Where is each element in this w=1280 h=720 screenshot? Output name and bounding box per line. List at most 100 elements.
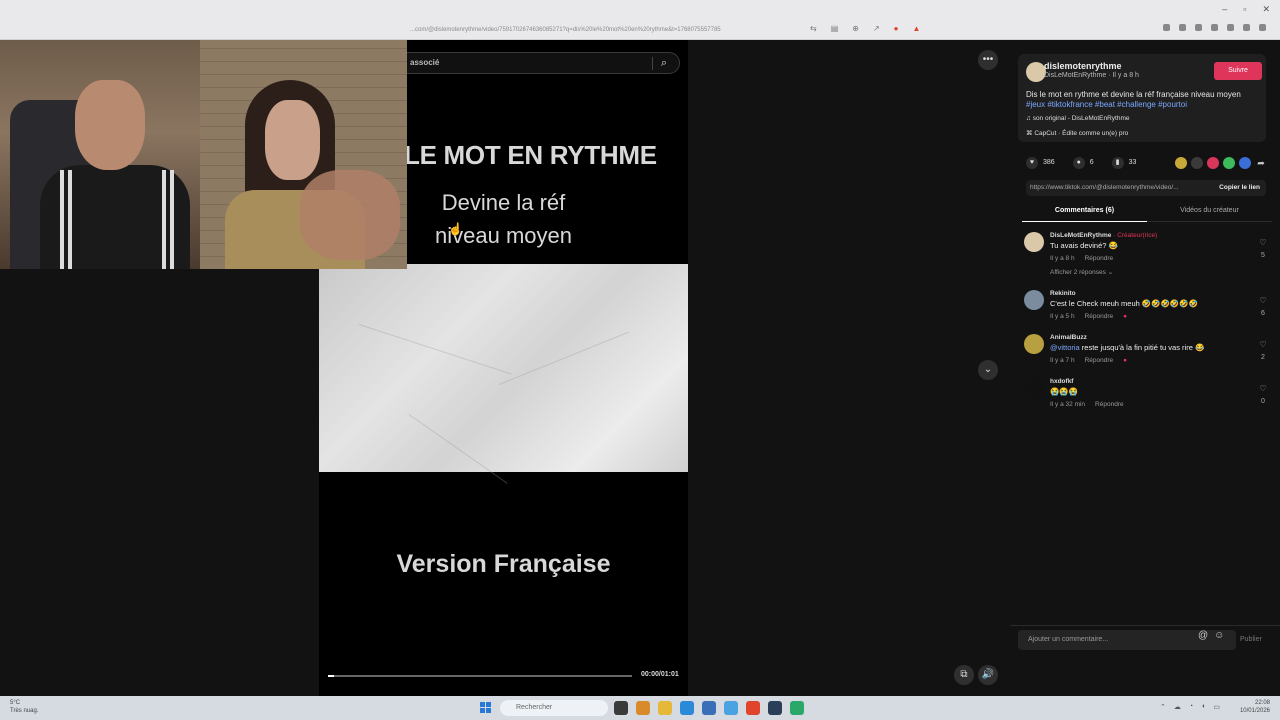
battery-icon[interactable]: ▭ xyxy=(1213,703,1220,711)
extension-icon[interactable] xyxy=(1195,24,1202,31)
extension-icon[interactable] xyxy=(1227,24,1234,31)
shield-icon[interactable]: ● xyxy=(894,24,899,33)
publish-button[interactable]: Publier xyxy=(1240,636,1262,643)
extension-icon[interactable] xyxy=(1179,24,1186,31)
windows-start-icon[interactable] xyxy=(480,702,491,713)
author-name[interactable]: dislemotenrythme xyxy=(1044,61,1122,71)
heart-icon[interactable]: ♡ xyxy=(1257,238,1269,247)
post-description: Dis le mot en rythme et devine la réf fr… xyxy=(1026,90,1262,110)
steam-icon[interactable] xyxy=(768,701,782,715)
like-stat[interactable]: ♥ 386 xyxy=(1026,157,1055,169)
reply-button[interactable]: Répondre xyxy=(1085,313,1114,320)
send-icon[interactable] xyxy=(1207,157,1219,169)
comment-stat[interactable]: ● 6 xyxy=(1072,157,1094,169)
repost-icon[interactable] xyxy=(1175,157,1187,169)
chrome-icon[interactable] xyxy=(636,701,650,715)
whatsapp-icon[interactable] xyxy=(1223,157,1235,169)
extension-icon[interactable] xyxy=(1243,24,1250,31)
comment-count: 6 xyxy=(1089,159,1094,166)
save-stat[interactable]: ▮ 33 xyxy=(1111,157,1136,169)
tab-comments[interactable]: Commentaires (6) xyxy=(1022,207,1147,222)
weather-desc: Très nuag. xyxy=(10,708,39,714)
commenter-avatar[interactable] xyxy=(1024,378,1044,398)
mention-link[interactable]: @vittoria xyxy=(1050,343,1080,352)
mail-icon[interactable] xyxy=(724,701,738,715)
chevron-up-icon[interactable]: ⌃ xyxy=(1160,703,1166,711)
share-row: ➦ xyxy=(1175,157,1267,169)
system-tray: ⌃ ☁ ◔ ◖ ▭ xyxy=(1160,703,1220,711)
app-icon[interactable] xyxy=(702,701,716,715)
task-view-icon[interactable] xyxy=(614,701,628,715)
emoji-icon[interactable]: ☺ xyxy=(1214,630,1224,641)
weather-widget[interactable]: 5°C Très nuag. xyxy=(10,699,38,715)
commenter-username[interactable]: DisLeMotEnRythme xyxy=(1050,232,1111,239)
brave-icon[interactable] xyxy=(746,701,760,715)
commenter-name[interactable]: hxdofkf xyxy=(1050,378,1073,385)
close-button[interactable]: ✕ xyxy=(1262,4,1270,15)
video-progress-bar[interactable] xyxy=(328,675,632,677)
heart-icon[interactable]: ♡ xyxy=(1257,296,1269,305)
more-options-icon[interactable]: ••• xyxy=(978,50,998,70)
wifi-icon[interactable]: ◔ xyxy=(1189,703,1193,711)
divider xyxy=(652,57,653,70)
extension-icon[interactable] xyxy=(1163,24,1170,31)
search-icon[interactable]: ⌕ xyxy=(657,56,671,70)
music-line[interactable]: ♫ son original - DisLeMotEnRythme xyxy=(1026,115,1130,122)
zoom-icon[interactable]: ⊕ xyxy=(852,24,859,33)
comment-text: @vittoria reste jusqu'à la fin pitié tu … xyxy=(1050,343,1204,352)
commenter-name[interactable]: Rekinito xyxy=(1050,290,1076,297)
cloud-icon[interactable]: ☁ xyxy=(1174,703,1181,711)
author-avatar[interactable] xyxy=(1026,62,1046,82)
creator-liked-icon: ● xyxy=(1123,313,1128,320)
copy-link-button[interactable]: Copier le lien xyxy=(1219,180,1260,196)
title-bar: – ▫ ✕ xyxy=(0,0,1280,20)
commenter-avatar[interactable] xyxy=(1024,232,1044,252)
translate-icon[interactable]: ⇆ xyxy=(810,24,817,33)
volume-icon[interactable]: 🔊 xyxy=(978,665,998,685)
volume-icon[interactable]: ◖ xyxy=(1201,703,1205,711)
file-explorer-icon[interactable] xyxy=(658,701,672,715)
facebook-icon[interactable] xyxy=(1239,157,1251,169)
pip-icon[interactable]: ⧉ xyxy=(954,665,974,685)
tab-creator-videos[interactable]: Vidéos du créateur xyxy=(1147,207,1272,214)
extension-icon[interactable] xyxy=(1211,24,1218,31)
chevron-down-icon[interactable]: ⌄ xyxy=(978,360,998,380)
comment-meta: Il y a 8 h Répondre xyxy=(1050,255,1123,262)
follow-button[interactable]: Suivre xyxy=(1214,62,1262,80)
capcut-line[interactable]: ⌘ CapCut · Édite comme un(e) pro xyxy=(1026,129,1128,137)
menu-icon[interactable] xyxy=(1259,24,1266,31)
reader-icon[interactable]: ▤ xyxy=(831,24,839,33)
mention-icon[interactable]: @ xyxy=(1198,630,1208,641)
clock[interactable]: 22:08 10/01/2026 xyxy=(1240,699,1270,715)
share-arrow-icon[interactable]: ➦ xyxy=(1255,157,1267,169)
extension-icons xyxy=(1163,24,1266,31)
comment-time: Il y a 7 h xyxy=(1050,357,1075,364)
rewards-icon[interactable]: ▲ xyxy=(913,24,921,33)
video-link[interactable]: https://www.tiktok.com/@dislemotenrythme… xyxy=(1030,180,1202,196)
commenter-avatar[interactable] xyxy=(1024,290,1044,310)
webcam-overlay xyxy=(0,40,407,269)
commenter-avatar[interactable] xyxy=(1024,334,1044,354)
commenter-name[interactable]: DisLeMotEnRythme · Créateur(rice) xyxy=(1050,232,1157,239)
edge-icon[interactable] xyxy=(680,701,694,715)
address-bar-icons: ⇆ ▤ ⊕ ↗ ● ▲ xyxy=(810,24,920,33)
panel-tabs: Commentaires (6) Vidéos du créateur xyxy=(1022,200,1272,222)
embed-icon[interactable] xyxy=(1191,157,1203,169)
reply-button[interactable]: Répondre xyxy=(1085,357,1114,364)
show-replies-button[interactable]: Afficher 2 réponses ⌄ xyxy=(1050,268,1113,276)
comment-meta: Il y a 32 min Répondre xyxy=(1050,401,1134,408)
search-input[interactable]: associé xyxy=(410,58,439,67)
reply-button[interactable]: Répondre xyxy=(1095,401,1124,408)
maximize-button[interactable]: ▫ xyxy=(1243,4,1246,15)
creator-liked-icon: ● xyxy=(1123,357,1128,364)
hashtags[interactable]: #jeux #tiktokfrance #beat #challenge #po… xyxy=(1026,100,1187,109)
taskbar-search[interactable]: Rechercher xyxy=(500,700,608,716)
minimize-button[interactable]: – xyxy=(1222,4,1227,15)
app-icon[interactable] xyxy=(790,701,804,715)
reply-button[interactable]: Répondre xyxy=(1085,255,1114,262)
share-icon[interactable]: ↗ xyxy=(873,24,880,33)
heart-icon[interactable]: ♡ xyxy=(1257,340,1269,349)
commenter-name[interactable]: AnimalBuzz xyxy=(1050,334,1087,341)
bookmark-icon: ▮ xyxy=(1111,157,1124,169)
heart-icon[interactable]: ♡ xyxy=(1257,384,1269,393)
